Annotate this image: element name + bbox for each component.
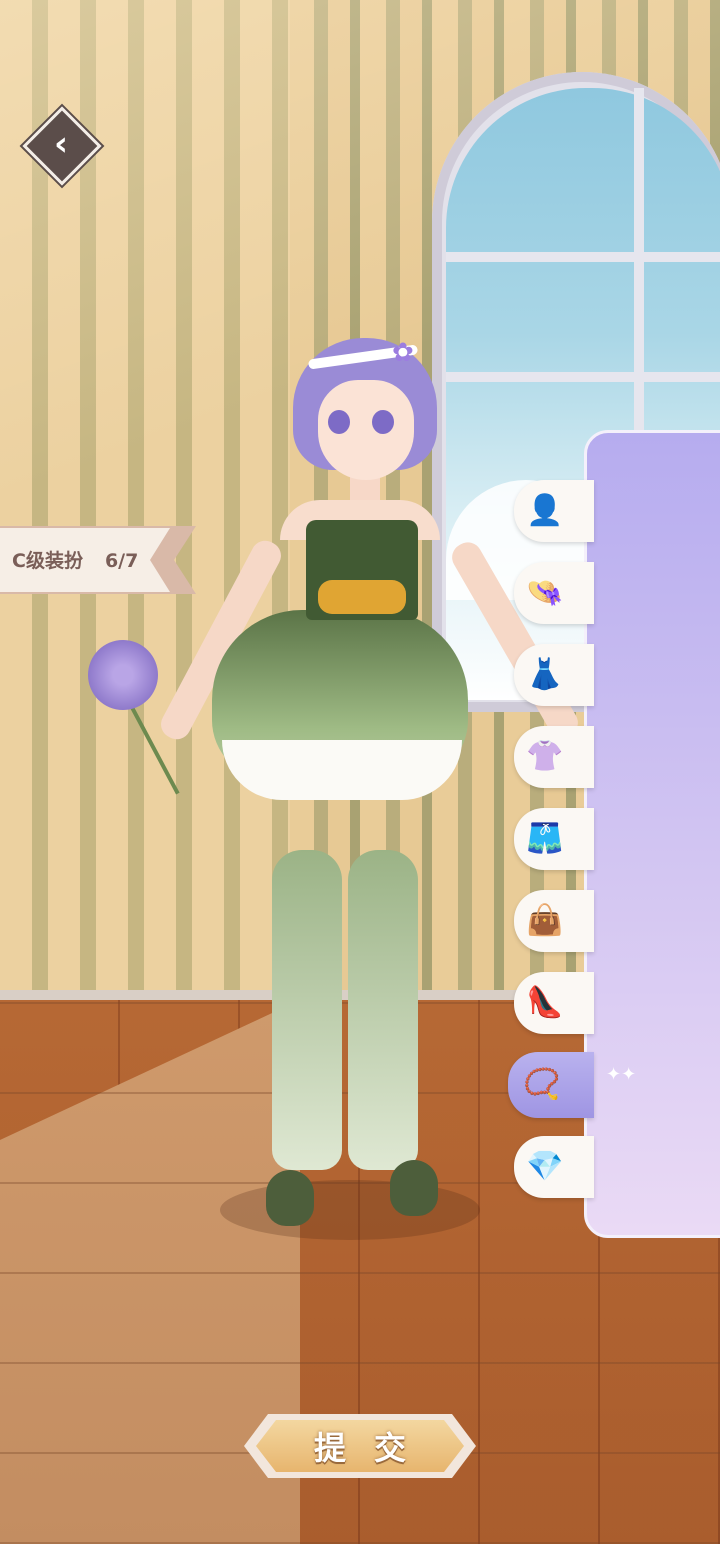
character-shadow: [220, 1180, 480, 1240]
category-tab-earrings[interactable]: 💎: [514, 1136, 594, 1198]
hair-icon: 👤: [526, 493, 564, 528]
dress-icon: 👗: [526, 657, 564, 692]
character-leg-left: [272, 850, 342, 1170]
submit-button[interactable]: 提交: [244, 1414, 476, 1478]
bag-icon: 👜: [526, 903, 564, 938]
character-petticoat: [222, 740, 462, 800]
chevron-left-icon[interactable]: ‹: [46, 124, 76, 164]
category-tab-dress[interactable]: 👗: [514, 644, 594, 706]
shirt-icon: 👚: [526, 739, 564, 774]
character-dress-bow: [318, 580, 406, 614]
dress-progress: 6/7: [104, 550, 139, 572]
window-mullion: [446, 252, 720, 262]
character-eye-left: [328, 410, 350, 434]
item-panel[interactable]: [584, 430, 720, 1238]
category-tab-necklace[interactable]: 📿: [508, 1052, 594, 1118]
dress-grade: C级装扮: [12, 550, 83, 572]
category-tab-top[interactable]: 👚: [514, 726, 594, 788]
necklace-icon: 📿: [523, 1067, 561, 1102]
character-leg-right: [348, 850, 418, 1170]
submit-label: 提交: [313, 1429, 434, 1467]
sparkle-icon: ✦✦: [606, 1064, 637, 1085]
hair-flower-icon: ✿: [392, 338, 414, 368]
category-tab-bottoms[interactable]: 🩳: [514, 808, 594, 870]
category-tab-bag[interactable]: 👜: [514, 890, 594, 952]
high-heel-icon: 👠: [526, 985, 564, 1020]
earring-icon: 💎: [526, 1149, 564, 1184]
hat-icon: 👒: [526, 575, 564, 610]
shorts-icon: 🩳: [526, 821, 564, 856]
character-shoe-right: [390, 1160, 438, 1216]
category-tab-hair[interactable]: 👤: [514, 480, 594, 542]
category-tab-shoes[interactable]: 👠: [514, 972, 594, 1034]
window-mullion: [446, 372, 720, 382]
level-banner-text: C级装扮 6/7: [12, 546, 138, 576]
lavender-bouquet: [88, 640, 158, 710]
submit-button-face: 提交: [256, 1420, 464, 1472]
category-tab-hat[interactable]: 👒: [514, 562, 594, 624]
character-eye-right: [372, 410, 394, 434]
character-shoe-left: [266, 1170, 314, 1226]
